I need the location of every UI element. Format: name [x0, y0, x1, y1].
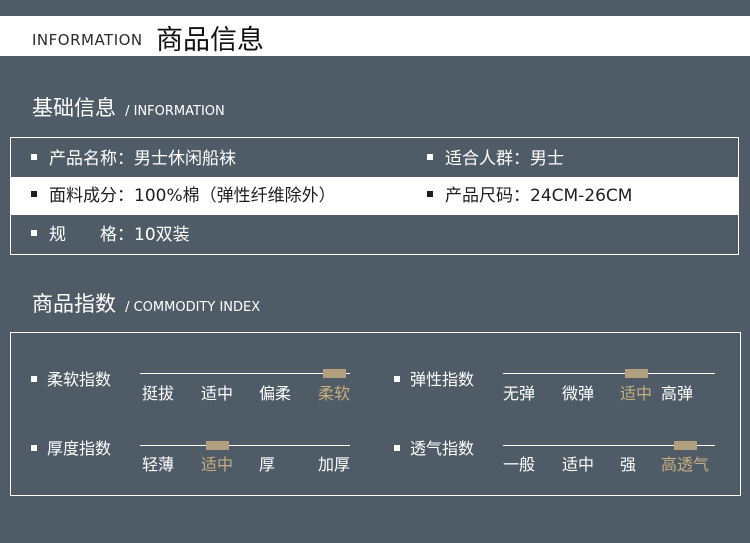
index-option: 厚: [259, 455, 276, 474]
bullet-icon: [394, 375, 400, 382]
header-chinese-title: 商品信息: [156, 25, 264, 56]
index-option: 偏柔: [259, 384, 292, 403]
info-row: 产品名称：男士休闲船袜 适合人群：男士: [11, 140, 738, 178]
info-text: 产品名称：男士休闲船袜: [49, 149, 236, 169]
index-label: 透气指数: [394, 435, 474, 459]
bullet-icon: [427, 191, 433, 197]
index-label: 柔软指数: [31, 366, 111, 390]
bullet-icon: [427, 154, 433, 160]
commodity-index-heading: 商品指数 / COMMODITY INDEX: [32, 288, 260, 318]
index-label-text: 厚度指数: [47, 439, 112, 458]
commodity-index-title: 商品指数: [32, 292, 116, 316]
basic-info-table: 产品名称：男士休闲船袜 适合人群：男士 面料成分：100%棉（弹性纤维除外） 产…: [10, 137, 739, 255]
index-label-text: 弹性指数: [410, 370, 475, 389]
index-option: 强: [620, 455, 637, 474]
info-row: 规 格：10双装: [11, 216, 738, 254]
index-option: 加厚: [318, 455, 351, 474]
header-english-title: INFORMATION: [32, 31, 143, 49]
basic-info-title: 基础信息: [32, 96, 116, 120]
index-scale-line: [503, 373, 715, 374]
index-level-marker: [674, 441, 697, 450]
info-cell: 产品名称：男士休闲船袜: [31, 140, 236, 178]
index-option: 挺拔: [142, 384, 175, 403]
info-cell: 适合人群：男士: [427, 140, 564, 178]
bullet-icon: [31, 154, 37, 160]
index-option: 微弹: [562, 384, 595, 403]
index-level-marker: [206, 441, 229, 450]
index-option: 适中: [201, 384, 234, 403]
index-option: 一般: [503, 455, 536, 474]
bullet-icon: [31, 230, 37, 236]
header-band: INFORMATION 商品信息: [0, 16, 750, 56]
index-label-text: 透气指数: [410, 439, 475, 458]
index-level-marker: [625, 369, 648, 378]
bullet-icon: [31, 191, 37, 197]
commodity-index-subtitle: / COMMODITY INDEX: [125, 300, 261, 315]
basic-info-heading: 基础信息 / INFORMATION: [32, 92, 225, 122]
info-text: 规 格：10双装: [49, 225, 190, 245]
index-option: 适中: [562, 455, 595, 474]
index-option-selected: 柔软: [318, 384, 351, 403]
index-level-marker: [323, 369, 346, 378]
info-row: 面料成分：100%棉（弹性纤维除外） 产品尺码：24CM-26CM: [11, 177, 738, 215]
bullet-icon: [394, 444, 400, 451]
info-text: 适合人群：男士: [445, 149, 564, 169]
info-text: 产品尺码：24CM-26CM: [445, 186, 633, 206]
index-label: 厚度指数: [31, 435, 111, 459]
index-option: 无弹: [503, 384, 536, 403]
info-text: 面料成分：100%棉（弹性纤维除外）: [49, 186, 336, 206]
index-option: 轻薄: [142, 455, 175, 474]
info-cell: 产品尺码：24CM-26CM: [427, 177, 632, 215]
bullet-icon: [31, 375, 37, 382]
index-label-text: 柔软指数: [47, 370, 112, 389]
commodity-index-panel: 柔软指数 挺拔 适中 偏柔 柔软 弹性指数 无弹 微弹 适中 高弹 厚度指数 轻薄 适中厚加厚 透气指数一…: [10, 332, 741, 496]
index-option-selected: 适中: [201, 455, 234, 474]
bullet-icon: [31, 444, 37, 451]
index-scale-line: [140, 373, 350, 374]
basic-info-subtitle: / INFORMATION: [125, 104, 225, 119]
info-cell: 规 格：10双装: [31, 216, 190, 254]
index-option: 高弹: [661, 384, 694, 403]
index-option-selected: 适中: [620, 384, 653, 403]
index-scale-line: [140, 445, 350, 446]
info-cell: 面料成分：100%棉（弹性纤维除外）: [31, 177, 336, 215]
index-label: 弹性指数: [394, 366, 474, 390]
index-option-selected: 高透气: [661, 455, 710, 474]
